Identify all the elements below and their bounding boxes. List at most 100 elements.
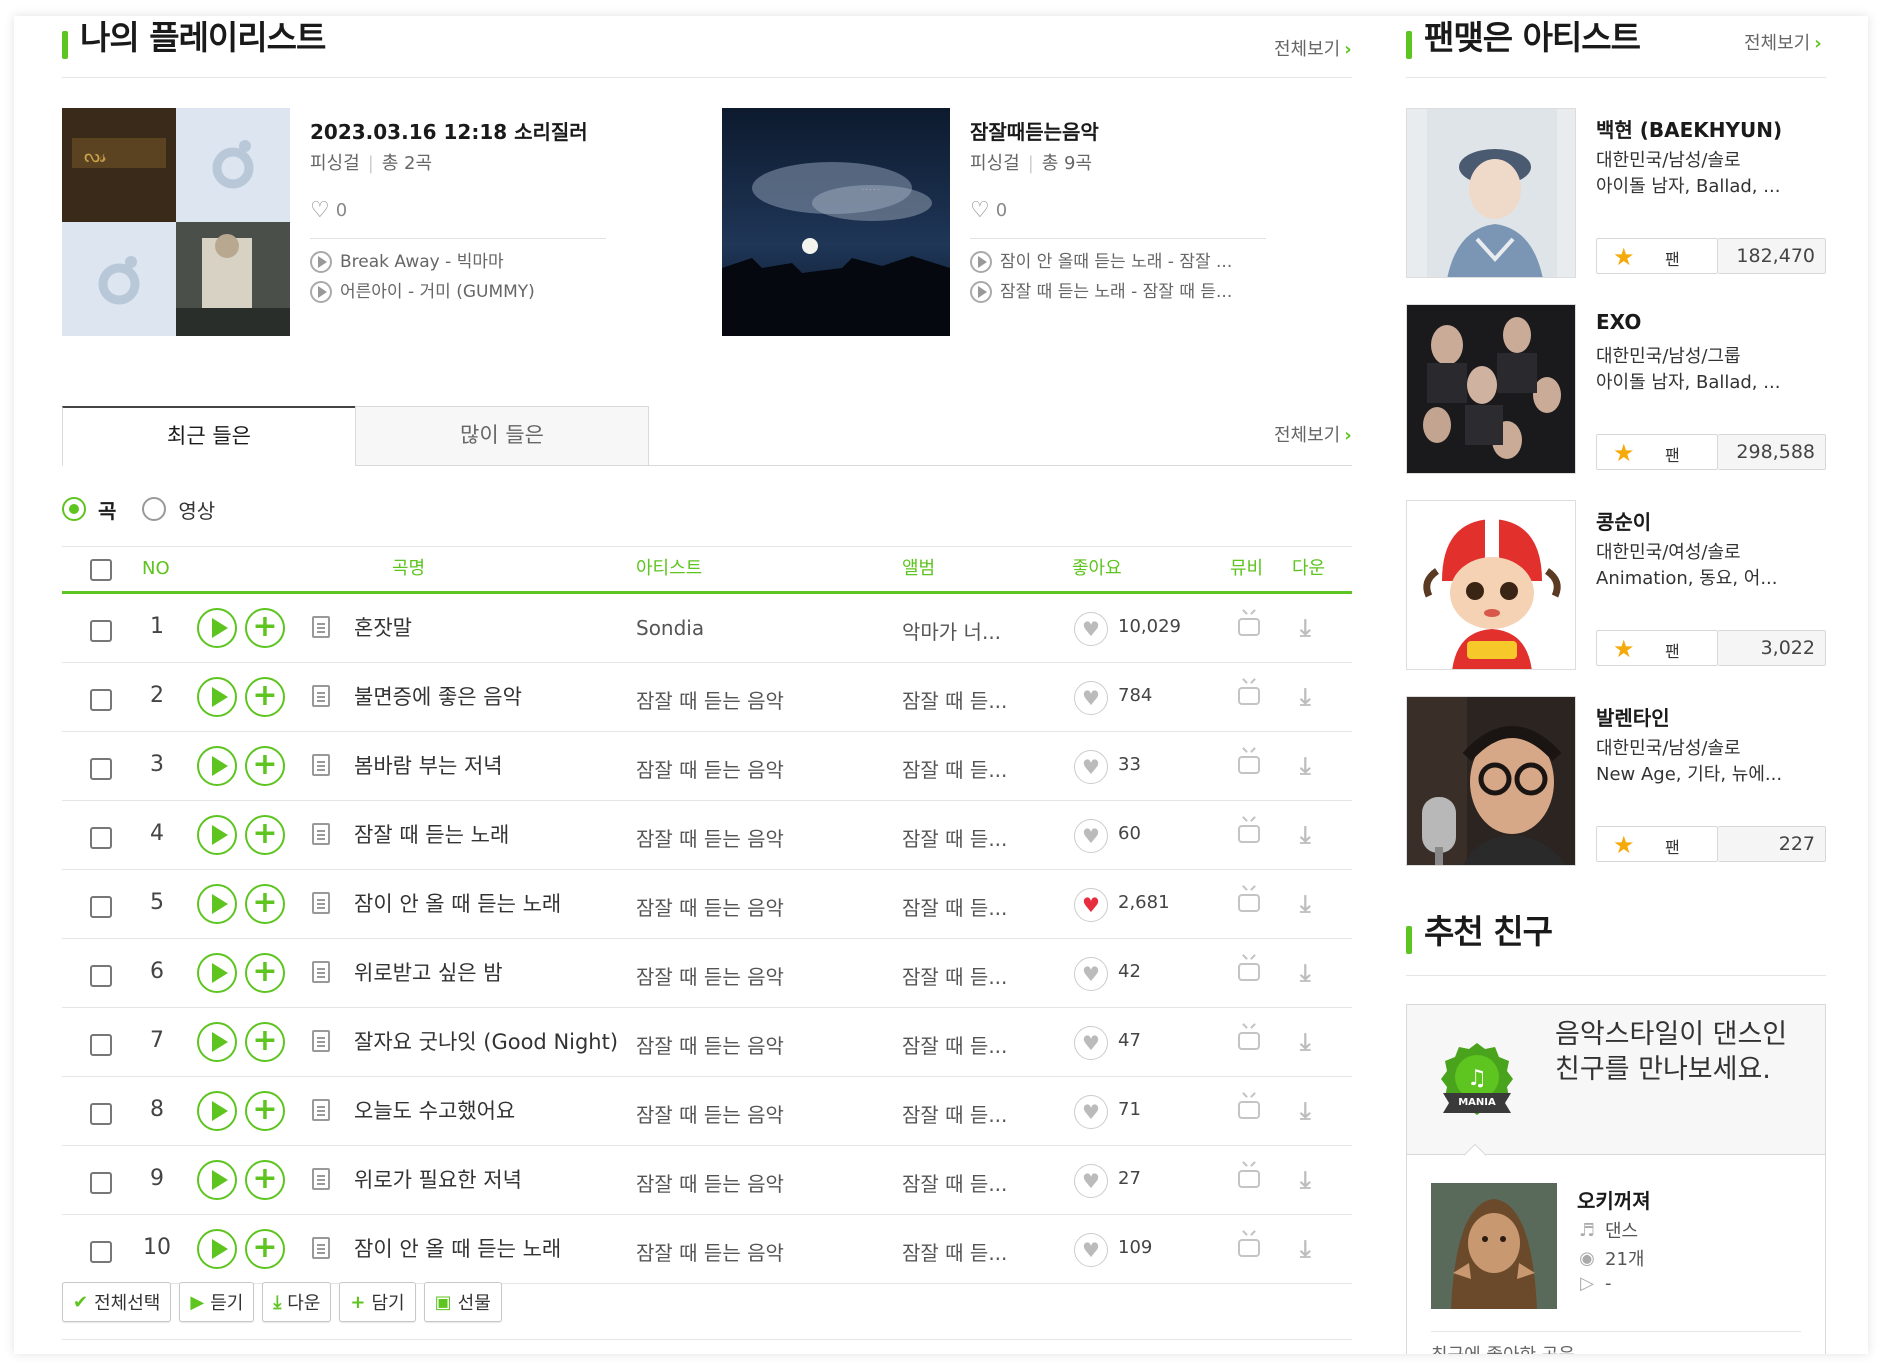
add-to-playlist-button[interactable]: + xyxy=(245,1022,285,1062)
artist-name[interactable]: 발렌타인 xyxy=(1596,702,1670,731)
artist-name[interactable]: 콩순이 xyxy=(1596,506,1651,535)
download-icon[interactable]: ⤓ xyxy=(1300,752,1311,780)
play-circle-icon[interactable] xyxy=(310,281,332,303)
artist-card[interactable]: 콩순이 대한민국/여성/솔로 Animation, 동요, 어... ★ 팬 3,… xyxy=(1406,500,1826,670)
download-icon[interactable]: ⤓ xyxy=(1300,1028,1311,1056)
artist-photo[interactable] xyxy=(1406,108,1576,278)
song-artist[interactable]: 잠잘 때 듣는 음악 xyxy=(636,1168,784,1197)
row-checkbox[interactable] xyxy=(90,1103,112,1125)
download-icon[interactable]: ⤓ xyxy=(1300,959,1311,987)
add-to-playlist-button[interactable]: + xyxy=(245,677,285,717)
song-artist[interactable]: 잠잘 때 듣는 음악 xyxy=(636,1237,784,1266)
play-circle-icon[interactable] xyxy=(970,251,992,273)
playlist-owner[interactable]: 피싱걸 xyxy=(310,153,360,174)
tv-icon[interactable] xyxy=(1238,618,1260,636)
table-row[interactable]: 4 + 잠잘 때 듣는 노래 잠잘 때 듣는 음악 잠잘 때 듣... ♥ 60 ⤓ xyxy=(62,801,1352,870)
song-title[interactable]: 위로가 필요한 저녁 xyxy=(354,1164,522,1194)
song-info-icon[interactable] xyxy=(312,685,330,707)
download-button[interactable]: ⤓ 다운 xyxy=(262,1282,332,1322)
tab-recent[interactable]: 최근 들은 xyxy=(62,406,356,466)
playlist-song-item[interactable]: 잠잘 때 듣는 노래 - 잠잘 때 듣... xyxy=(970,279,1270,305)
song-info-icon[interactable] xyxy=(312,823,330,845)
table-row[interactable]: 5 + 잠이 안 올 때 듣는 노래 잠잘 때 듣는 음악 잠잘 때 듣... ♥ 2,68… xyxy=(62,870,1352,939)
song-title[interactable]: 불면증에 좋은 음악 xyxy=(354,681,522,711)
add-to-playlist-button[interactable]: + xyxy=(245,953,285,993)
add-to-playlist-button[interactable]: + xyxy=(245,746,285,786)
artist-card[interactable]: EXO 대한민국/남성/그룹 아이돌 남자, Ballad, ... ★ 팬 29… xyxy=(1406,304,1826,474)
tabs-see-all-link[interactable]: 전체보기 › xyxy=(1274,424,1352,448)
playlist-card[interactable]: ᔓ𝓈 2023.03.16 12:18 소리질러 피싱걸 | 총 2곡 ♡0 xyxy=(62,108,662,338)
song-info-icon[interactable] xyxy=(312,892,330,914)
table-row[interactable]: 10 + 잠이 안 올 때 듣는 노래 잠잘 때 듣는 음악 잠잘 때 듣... ♥ 109… xyxy=(62,1215,1352,1284)
tv-icon[interactable] xyxy=(1238,687,1260,705)
row-checkbox[interactable] xyxy=(90,896,112,918)
fan-button[interactable]: ★ 팬 xyxy=(1596,238,1718,274)
artist-card[interactable]: 백현 (BAEKHYUN) 대한민국/남성/솔로 아이돌 남자, Ballad,… xyxy=(1406,108,1826,278)
row-checkbox[interactable] xyxy=(90,1034,112,1056)
song-title[interactable]: 잠이 안 올 때 듣는 노래 xyxy=(354,888,561,918)
song-artist[interactable]: 잠잘 때 듣는 음악 xyxy=(636,823,784,852)
table-row[interactable]: 9 + 위로가 필요한 저녁 잠잘 때 듣는 음악 잠잘 때 듣... ♥ 27 ⤓ xyxy=(62,1146,1352,1215)
song-artist[interactable]: 잠잘 때 듣는 음악 xyxy=(636,892,784,921)
playlist-like[interactable]: ♡ 0 xyxy=(970,196,1270,224)
song-artist[interactable]: 잠잘 때 듣는 음악 xyxy=(636,685,784,714)
playlist-like[interactable]: ♡ 0 xyxy=(310,196,610,224)
artist-photo[interactable] xyxy=(1406,500,1576,670)
playlist-see-all-link[interactable]: 전체보기 › xyxy=(1274,38,1352,62)
heart-icon[interactable]: ♥ xyxy=(1074,1095,1108,1129)
download-icon[interactable]: ⤓ xyxy=(1300,683,1311,711)
song-info-icon[interactable] xyxy=(312,1030,330,1052)
heart-icon[interactable]: ♥ xyxy=(1074,681,1108,715)
song-album[interactable]: 잠잘 때 듣... xyxy=(902,1030,1007,1059)
play-button[interactable] xyxy=(197,1022,237,1062)
row-checkbox[interactable] xyxy=(90,827,112,849)
playlist-owner[interactable]: 피싱걸 xyxy=(970,153,1020,174)
song-title[interactable]: 오늘도 수고했어요 xyxy=(354,1095,515,1125)
heart-filled-icon[interactable]: ♥ xyxy=(1074,888,1108,922)
play-button[interactable] xyxy=(197,1091,237,1131)
tv-icon[interactable] xyxy=(1238,1170,1260,1188)
friend-photo[interactable] xyxy=(1431,1183,1557,1309)
play-button[interactable] xyxy=(197,746,237,786)
play-button[interactable] xyxy=(197,884,237,924)
row-checkbox[interactable] xyxy=(90,620,112,642)
radio-video-label[interactable]: 영상 xyxy=(178,495,215,524)
row-checkbox[interactable] xyxy=(90,758,112,780)
tv-icon[interactable] xyxy=(1238,1101,1260,1119)
tv-icon[interactable] xyxy=(1238,756,1260,774)
play-button[interactable] xyxy=(197,1229,237,1269)
song-info-icon[interactable] xyxy=(312,754,330,776)
song-info-icon[interactable] xyxy=(312,1099,330,1121)
download-icon[interactable]: ⤓ xyxy=(1300,821,1311,849)
playlist-title[interactable]: 2023.03.16 12:18 소리질러 xyxy=(310,118,610,146)
tv-icon[interactable] xyxy=(1238,894,1260,912)
song-title[interactable]: 잠이 안 올 때 듣는 노래 xyxy=(354,1233,561,1263)
song-title[interactable]: 봄바람 부는 저녁 xyxy=(354,750,503,780)
song-artist[interactable]: 잠잘 때 듣는 음악 xyxy=(636,1030,784,1059)
song-album[interactable]: 악마가 너... xyxy=(902,616,1001,645)
table-row[interactable]: 1 + 혼잣말 Sondia 악마가 너... ♥ 10,029 ⤓ xyxy=(62,594,1352,663)
listen-button[interactable]: ▶ 듣기 xyxy=(179,1282,255,1322)
add-to-playlist-button[interactable]: + xyxy=(245,608,285,648)
add-to-playlist-button[interactable]: + xyxy=(245,884,285,924)
radio-song[interactable] xyxy=(62,497,86,521)
heart-icon[interactable]: ♥ xyxy=(1074,1233,1108,1267)
row-checkbox[interactable] xyxy=(90,1241,112,1263)
artist-photo[interactable] xyxy=(1406,696,1576,866)
add-to-playlist-button[interactable]: + xyxy=(245,1091,285,1131)
song-album[interactable]: 잠잘 때 듣... xyxy=(902,1237,1007,1266)
song-artist[interactable]: 잠잘 때 듣는 음악 xyxy=(636,1099,784,1128)
song-title[interactable]: 혼잣말 xyxy=(354,612,412,642)
tv-icon[interactable] xyxy=(1238,825,1260,843)
table-row[interactable]: 6 + 위로받고 싶은 밤 잠잘 때 듣는 음악 잠잘 때 듣... ♥ 42 ⤓ xyxy=(62,939,1352,1008)
table-row[interactable]: 2 + 불면증에 좋은 음악 잠잘 때 듣는 음악 잠잘 때 듣... ♥ 784 ⤓ xyxy=(62,663,1352,732)
tv-icon[interactable] xyxy=(1238,963,1260,981)
friend-now-playing[interactable]: ▷ - xyxy=(1577,1273,1611,1294)
song-artist[interactable]: Sondia xyxy=(636,616,704,640)
fan-button[interactable]: ★ 팬 xyxy=(1596,434,1718,470)
friend-name[interactable]: 오키꺼져 xyxy=(1577,1185,1651,1214)
select-all-button[interactable]: ✔ 전체선택 xyxy=(62,1282,172,1322)
radio-video[interactable] xyxy=(142,497,167,521)
play-button[interactable] xyxy=(197,608,237,648)
song-album[interactable]: 잠잘 때 듣... xyxy=(902,823,1007,852)
